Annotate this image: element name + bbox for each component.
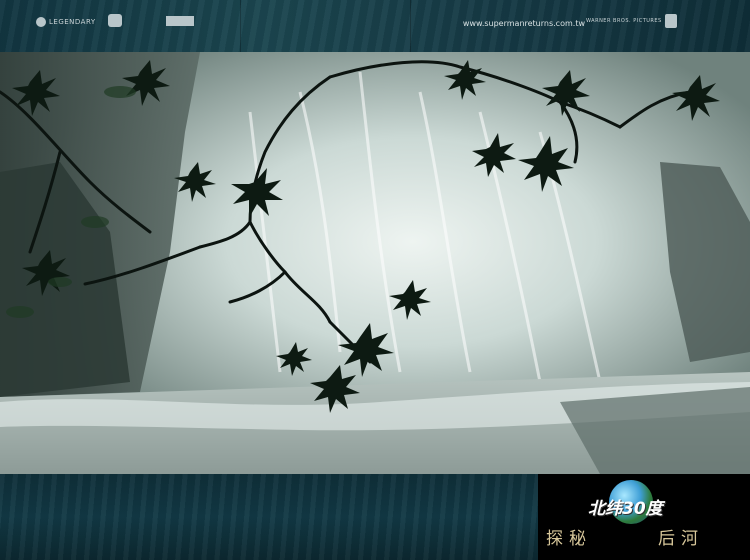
top-banner: LEGENDARY www.supermanreturns.com.tw WAR… — [0, 0, 750, 52]
warner-logo: WARNER BROS. PICTURES — [586, 14, 677, 28]
wallpaper: LEGENDARY www.supermanreturns.com.tw WAR… — [0, 0, 750, 560]
subtitle-left: 探秘 — [546, 529, 592, 549]
wb-shield-icon — [664, 14, 677, 28]
shell-logo — [108, 14, 122, 27]
maple-branch — [0, 60, 720, 413]
legendary-mark-icon — [36, 17, 46, 27]
bottom-banner — [0, 474, 538, 560]
legendary-logo: LEGENDARY — [36, 17, 96, 27]
warner-logo-text: WARNER BROS. PICTURES — [586, 18, 662, 24]
main-title: 北纬30度 — [588, 499, 663, 519]
title-box: 北纬30度 探秘 后河 — [538, 474, 750, 560]
shell-icon — [108, 14, 122, 27]
studio-logo-icon — [166, 16, 194, 26]
legendary-logo-text: LEGENDARY — [49, 18, 96, 26]
waterfall-photo — [0, 52, 750, 474]
subtitle-right: 后河 — [658, 529, 704, 549]
studio-logo — [166, 16, 194, 26]
banner-divider — [240, 0, 241, 52]
banner-divider — [410, 0, 411, 52]
website-url: www.supermanreturns.com.tw — [462, 19, 585, 28]
